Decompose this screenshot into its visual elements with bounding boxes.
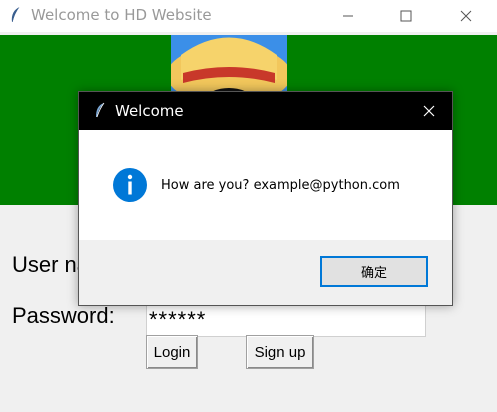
signup-button[interactable]: Sign up (246, 335, 314, 369)
minimize-icon (343, 15, 353, 17)
dialog-close-button[interactable] (419, 101, 439, 121)
window-titlebar: Welcome to HD Website (0, 0, 497, 32)
maximize-icon (400, 10, 412, 22)
dialog-footer: 确定 (79, 240, 452, 305)
welcome-dialog: Welcome How are you? example@python.com … (78, 91, 453, 306)
ok-button[interactable]: 确定 (320, 256, 428, 287)
close-button[interactable] (443, 0, 489, 32)
dialog-titlebar: Welcome (79, 92, 452, 130)
feather-icon (96, 102, 105, 118)
password-label: Password: (12, 303, 115, 328)
password-field[interactable]: ****** (146, 304, 426, 337)
minimize-button[interactable] (325, 0, 371, 32)
dialog-title: Welcome (115, 102, 184, 120)
feather-icon (11, 6, 21, 23)
close-icon (423, 105, 435, 117)
dialog-message: How are you? example@python.com (161, 178, 400, 193)
maximize-button[interactable] (383, 0, 429, 32)
info-icon (113, 168, 147, 202)
close-icon (460, 10, 472, 22)
login-button[interactable]: Login (146, 335, 198, 369)
window-title: Welcome to HD Website (31, 6, 212, 24)
dialog-body: How are you? example@python.com (79, 130, 452, 240)
